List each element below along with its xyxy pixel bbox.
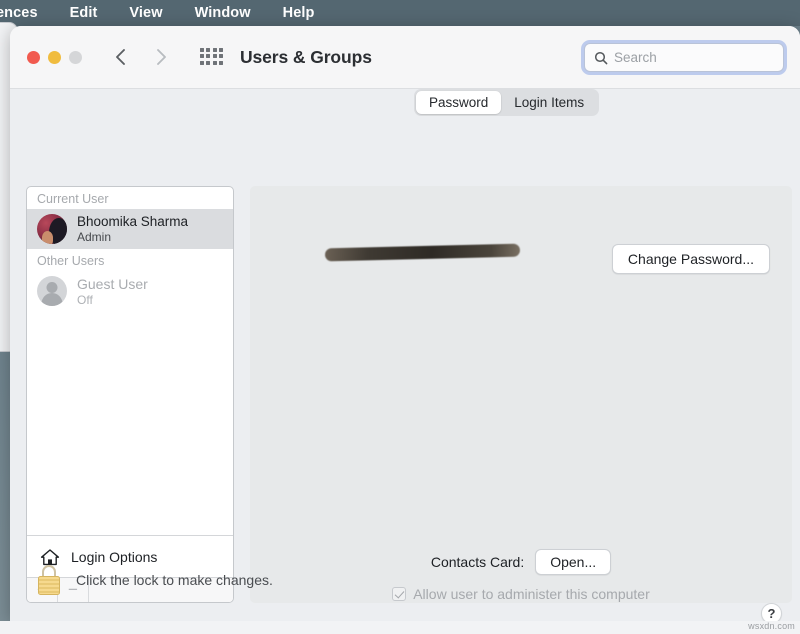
group-header-current-user: Current User	[27, 187, 233, 209]
lock-message: Click the lock to make changes.	[76, 572, 273, 588]
search-field[interactable]	[584, 43, 784, 72]
page-bottom-strip: wsxdn.com	[0, 621, 800, 634]
search-field-wrapper[interactable]	[584, 43, 784, 72]
avatar	[37, 276, 67, 306]
forward-chevron-icon[interactable]	[148, 44, 174, 70]
redacted-user-name	[325, 244, 520, 262]
menu-item-window[interactable]: Window	[179, 0, 267, 26]
minimize-button[interactable]	[48, 51, 61, 64]
padlock-closed-icon[interactable]	[36, 565, 62, 595]
watermark: wsxdn.com	[748, 621, 795, 631]
zoom-button[interactable]	[69, 51, 82, 64]
traffic-light-group	[27, 51, 82, 64]
search-input[interactable]	[614, 50, 764, 65]
list-item-guest-user[interactable]: Guest User Off	[27, 271, 233, 312]
change-password-button[interactable]: Change Password...	[612, 244, 770, 274]
page-title: Users & Groups	[240, 47, 372, 68]
menu-item-help[interactable]: Help	[267, 0, 331, 26]
lock-footer: Click the lock to make changes.	[10, 538, 800, 621]
show-all-grid-icon[interactable]	[200, 48, 222, 66]
tab-segmented-control: Password Login Items	[414, 89, 599, 116]
users-and-groups-window: Users & Groups Password Login Items Curr…	[10, 26, 800, 621]
avatar	[37, 214, 67, 244]
search-icon	[594, 51, 608, 65]
tab-password[interactable]: Password	[416, 91, 501, 114]
group-header-other-users: Other Users	[27, 249, 233, 271]
window-toolbar: Users & Groups	[10, 26, 800, 89]
user-name: Guest User	[77, 276, 148, 293]
menu-item-view[interactable]: View	[113, 0, 178, 26]
menu-item-edit[interactable]: Edit	[54, 0, 114, 26]
user-name: Bhoomika Sharma	[77, 214, 188, 230]
list-item-current-user[interactable]: Bhoomika Sharma Admin	[27, 209, 233, 249]
user-text: Bhoomika Sharma Admin	[77, 214, 188, 244]
user-status: Off	[77, 293, 148, 307]
window-body: Password Login Items Current User Bhoomi…	[10, 89, 800, 621]
user-text: Guest User Off	[77, 276, 148, 307]
back-chevron-icon[interactable]	[108, 44, 134, 70]
user-list: Current User Bhoomika Sharma Admin Other…	[27, 187, 233, 535]
help-button[interactable]: ?	[761, 603, 782, 621]
menu-bar: ences Edit View Window Help	[0, 0, 800, 26]
tab-login-items[interactable]: Login Items	[501, 91, 597, 114]
user-status: Admin	[77, 230, 188, 244]
close-button[interactable]	[27, 51, 40, 64]
